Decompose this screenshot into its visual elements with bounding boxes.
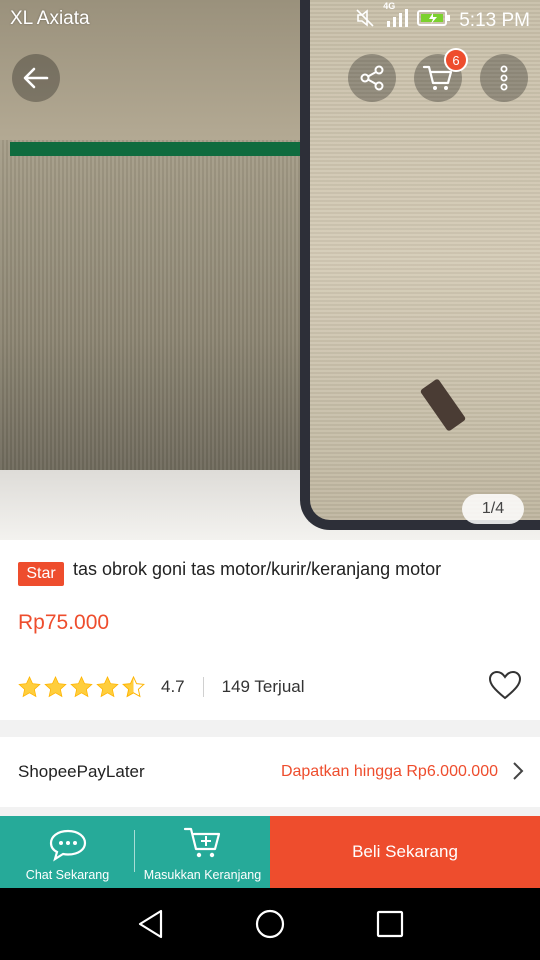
share-icon xyxy=(360,65,384,91)
paylater-row[interactable]: ShopeePayLater Dapatkan hingga Rp6.000.0… xyxy=(0,737,540,807)
arrow-left-icon xyxy=(23,67,49,89)
star-seller-badge: Star xyxy=(18,562,64,586)
nav-back-icon[interactable] xyxy=(136,908,166,940)
nav-home-icon[interactable] xyxy=(255,908,285,940)
cart-button[interactable]: 6 xyxy=(414,48,468,102)
rating-value: 4.7 xyxy=(161,677,185,696)
divider xyxy=(202,677,204,697)
mute-icon xyxy=(355,8,375,34)
paylater-label: ShopeePayLater xyxy=(18,762,145,781)
cart-count-badge: 6 xyxy=(444,48,468,72)
clock: 5:13 PM xyxy=(459,10,530,31)
star-full-icon xyxy=(96,676,119,698)
product-info: Star tas obrok goni tas motor/kurir/kera… xyxy=(0,540,540,720)
signal-icon: 4G xyxy=(383,1,409,35)
nav-recents-icon[interactable] xyxy=(376,908,404,940)
buy-now-button[interactable]: Beli Sekarang xyxy=(270,816,540,888)
cart-add-icon xyxy=(183,827,220,858)
more-options-button[interactable] xyxy=(480,54,528,102)
chat-icon xyxy=(49,829,86,862)
wishlist-button[interactable] xyxy=(488,670,522,705)
chat-label: Chat Sekarang xyxy=(25,868,110,882)
paylater-value: Dapatkan hingga Rp6.000.000 xyxy=(280,763,498,780)
rating-row: 4.7 149 Terjual xyxy=(18,670,522,705)
status-bar: XL Axiata 4G 5:13 PM xyxy=(0,0,540,36)
add-to-cart-button[interactable]: Masukkan Keranjang xyxy=(135,816,270,888)
battery-icon xyxy=(417,9,451,33)
star-half-icon xyxy=(122,676,145,698)
star-full-icon xyxy=(44,676,67,698)
carrier-name: XL Axiata xyxy=(10,8,90,29)
action-bar: Chat Sekarang Masukkan Keranjang Beli Se… xyxy=(0,816,540,888)
chat-button[interactable]: Chat Sekarang xyxy=(0,816,135,888)
navigation-bar xyxy=(0,888,540,960)
star-full-icon xyxy=(18,676,41,698)
share-button[interactable] xyxy=(348,54,396,102)
back-button[interactable] xyxy=(12,54,60,102)
more-vertical-icon xyxy=(500,65,508,91)
product-price: Rp75.000 xyxy=(18,611,110,634)
heart-icon xyxy=(488,670,522,700)
star-full-icon xyxy=(70,676,93,698)
product-title: tas obrok goni tas motor/kurir/keranjang… xyxy=(73,559,442,579)
chevron-right-icon xyxy=(513,762,524,780)
image-counter: 1/4 xyxy=(462,494,524,524)
sold-count: 149 Terjual xyxy=(221,677,305,696)
network-type: 4G xyxy=(383,1,396,11)
rating-stars xyxy=(18,676,145,698)
cart-label: Masukkan Keranjang xyxy=(143,868,262,882)
